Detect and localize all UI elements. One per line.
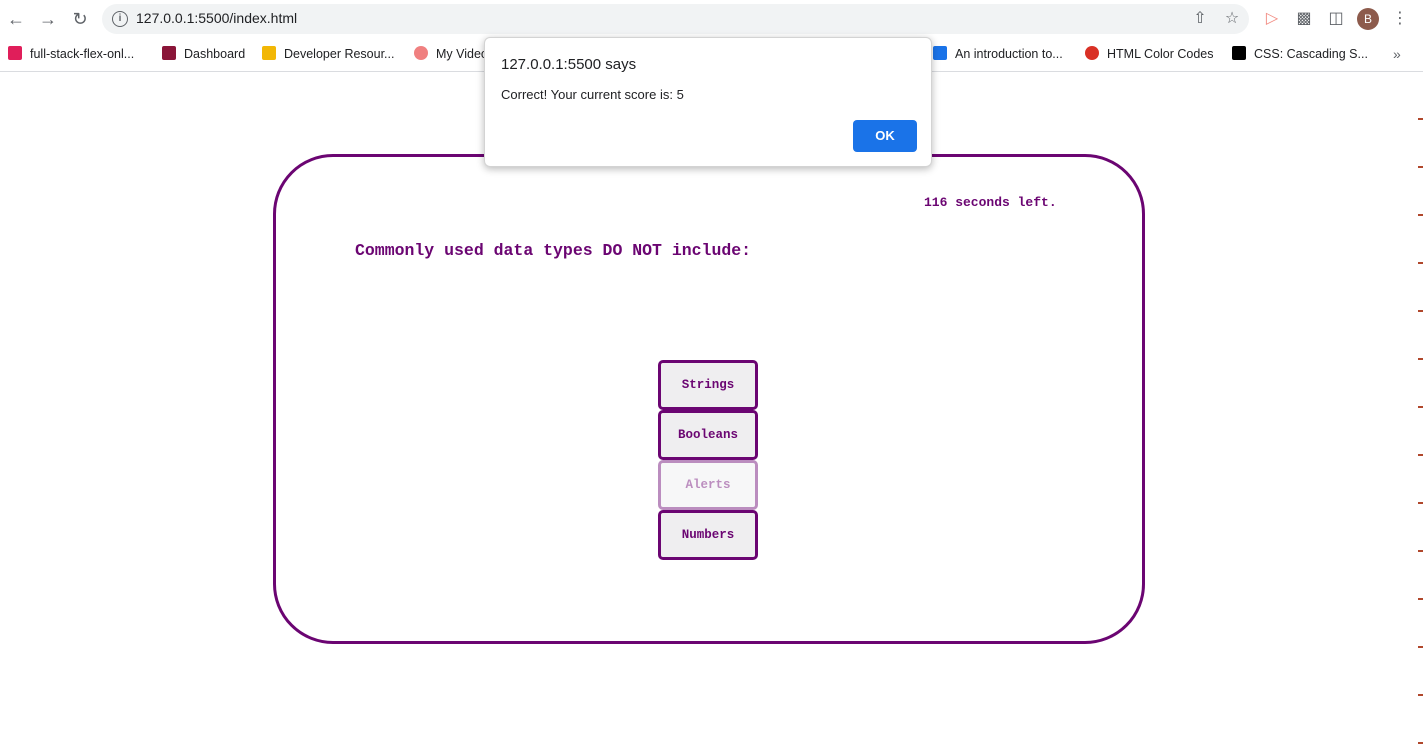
- answer-button-booleans[interactable]: Booleans: [658, 410, 758, 460]
- back-icon[interactable]: ←: [5, 8, 27, 30]
- puzzle-icon[interactable]: ▩: [1293, 8, 1315, 30]
- bookmarks-overflow-icon[interactable]: »: [1393, 46, 1401, 62]
- ok-button[interactable]: OK: [853, 120, 917, 152]
- circle-icon: [1085, 46, 1099, 60]
- info-icon[interactable]: i: [112, 11, 128, 27]
- dialog-message: Correct! Your current score is: 5: [501, 87, 684, 102]
- shield-icon: [162, 46, 176, 60]
- fs-icon: [262, 46, 276, 60]
- arrow-icon: [414, 46, 428, 60]
- reload-icon[interactable]: ↻: [69, 8, 91, 30]
- kebab-menu-icon[interactable]: ⋮: [1389, 8, 1411, 30]
- dialog-title: 127.0.0.1:5500 says: [501, 56, 637, 73]
- bookmark-item[interactable]: CSS: Cascading S...: [1232, 46, 1368, 64]
- window-edge: [1418, 72, 1423, 749]
- star-icon[interactable]: ☆: [1221, 8, 1243, 30]
- alert-dialog: 127.0.0.1:5500 says Correct! Your curren…: [484, 37, 932, 167]
- address-bar-url[interactable]: 127.0.0.1:5500/index.html: [136, 10, 297, 26]
- bookmark-item[interactable]: My Video: [414, 46, 488, 64]
- share-icon[interactable]: ⇧: [1189, 8, 1211, 30]
- avatar[interactable]: B: [1357, 8, 1379, 30]
- answer-button-alerts[interactable]: Alerts: [658, 460, 758, 510]
- bookmark-item[interactable]: full-stack-flex-onl...: [8, 46, 134, 64]
- extension-record-icon[interactable]: ▷: [1261, 8, 1283, 30]
- play-icon: [933, 46, 947, 60]
- address-bar[interactable]: i 127.0.0.1:5500/index.html: [102, 4, 1249, 34]
- answer-button-strings[interactable]: Strings: [658, 360, 758, 410]
- timer-text: 116 seconds left.: [924, 195, 1057, 210]
- bookmark-item[interactable]: An introduction to...: [933, 46, 1063, 64]
- answer-button-numbers[interactable]: Numbers: [658, 510, 758, 560]
- browser-toolbar: ← → ↻ i 127.0.0.1:5500/index.html ⇧ ☆ ▷ …: [0, 0, 1423, 38]
- bookmark-item[interactable]: Dashboard: [162, 46, 245, 64]
- mdn-icon: [1232, 46, 1246, 60]
- forward-icon[interactable]: →: [37, 8, 59, 30]
- question-text: Commonly used data types DO NOT include:: [355, 241, 752, 260]
- side-panel-icon[interactable]: ◫: [1325, 8, 1347, 30]
- bookmark-item[interactable]: Developer Resour...: [262, 46, 394, 64]
- slack-icon: [8, 46, 22, 60]
- bookmark-item[interactable]: HTML Color Codes: [1085, 46, 1214, 64]
